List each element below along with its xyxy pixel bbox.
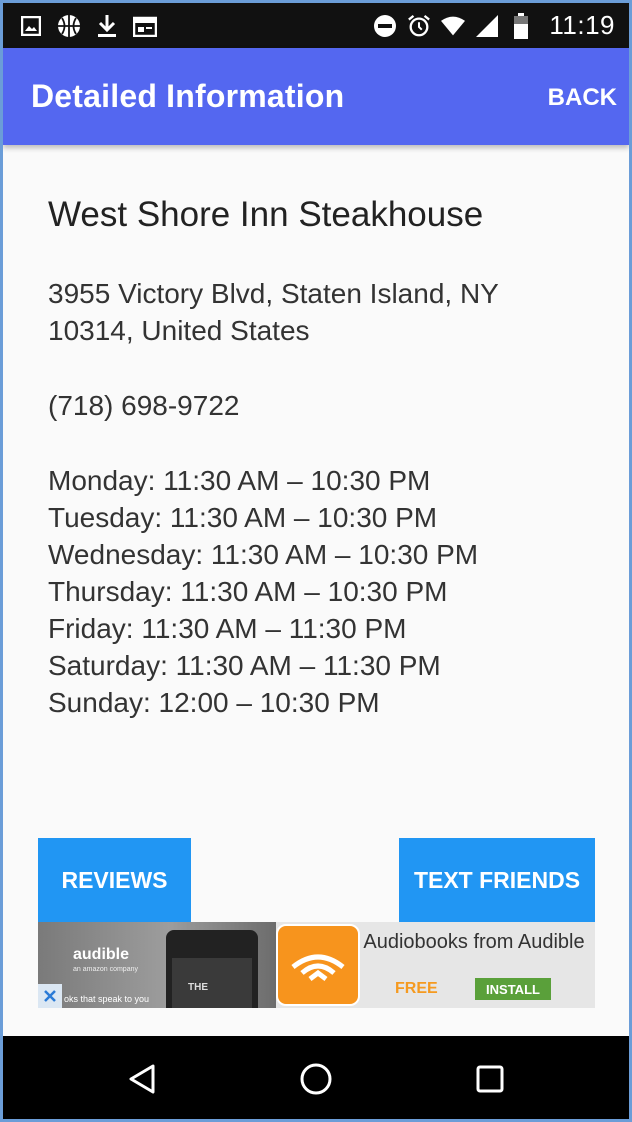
hours-tuesday: Tuesday: 11:30 AM – 10:30 PM [48,502,438,533]
basketball-icon [57,14,81,38]
image-icon [19,14,43,38]
system-navigation-bar [3,1036,629,1119]
place-phone: (718) 698-9722 [48,390,240,421]
hours-thursday: Thursday: 11:30 AM – 10:30 PM [48,576,448,607]
place-name: West Shore Inn Steakhouse [48,195,484,234]
hours-wednesday: Wednesday: 11:30 AM – 10:30 PM [48,539,479,570]
signal-icon [475,14,499,38]
hours-monday: Monday: 11:30 AM – 10:30 PM [48,465,431,496]
back-button[interactable]: BACK [548,84,617,112]
reviews-button[interactable]: REVIEWS [38,838,191,922]
place-address: 3955 Victory Blvd, Staten Island, NY 103… [48,278,499,346]
ad-install-button[interactable]: INSTALL [475,978,551,1000]
do-not-disturb-icon [373,14,397,38]
home-circle-icon[interactable] [299,1062,333,1096]
battery-icon [509,12,533,39]
ad-brand-text: audible [73,946,130,963]
ad-phone-screen [172,958,252,1008]
download-icon [95,14,119,38]
details-content: West Shore Inn Steakhouse 3955 Victory B… [48,193,609,721]
ad-image[interactable]: audible an amazon company oks that speak… [38,922,276,1008]
ad-title: Audiobooks from Audible [363,931,585,953]
audible-logo-icon[interactable] [276,924,360,1006]
status-bar-left [19,3,157,48]
ad-banner[interactable]: audible an amazon company oks that speak… [38,922,595,1008]
hours-saturday: Saturday: 11:30 AM – 11:30 PM [48,650,441,681]
wifi-icon [441,14,466,38]
app-screen: 11:19 Detailed Information BACK West Sho… [3,3,629,1119]
hours-friday: Friday: 11:30 AM – 11:30 PM [48,613,407,644]
status-time: 11:19 [549,10,615,40]
ad-phone-illustration [166,930,258,1008]
page-title: Detailed Information [31,78,345,114]
ad-brand-subtext: an amazon company [73,966,138,973]
text-friends-button[interactable]: TEXT FRIENDS [399,838,595,922]
ad-price: FREE [395,980,438,997]
app-bar: Detailed Information BACK [3,48,629,145]
status-bar: 11:19 [3,3,629,48]
calendar-card-icon [133,14,157,38]
back-triangle-icon[interactable] [125,1062,159,1096]
ad-tagline: oks that speak to you [64,994,150,1004]
alarm-icon [407,14,431,38]
ad-book-title: THE [188,982,208,993]
status-bar-right: 11:19 [373,3,615,48]
opening-hours: Monday: 11:30 AM – 10:30 PM Tuesday: 11:… [48,462,609,721]
recents-square-icon[interactable] [473,1062,507,1096]
hours-sunday: Sunday: 12:00 – 10:30 PM [48,687,380,718]
ad-close-icon[interactable] [38,984,62,1008]
